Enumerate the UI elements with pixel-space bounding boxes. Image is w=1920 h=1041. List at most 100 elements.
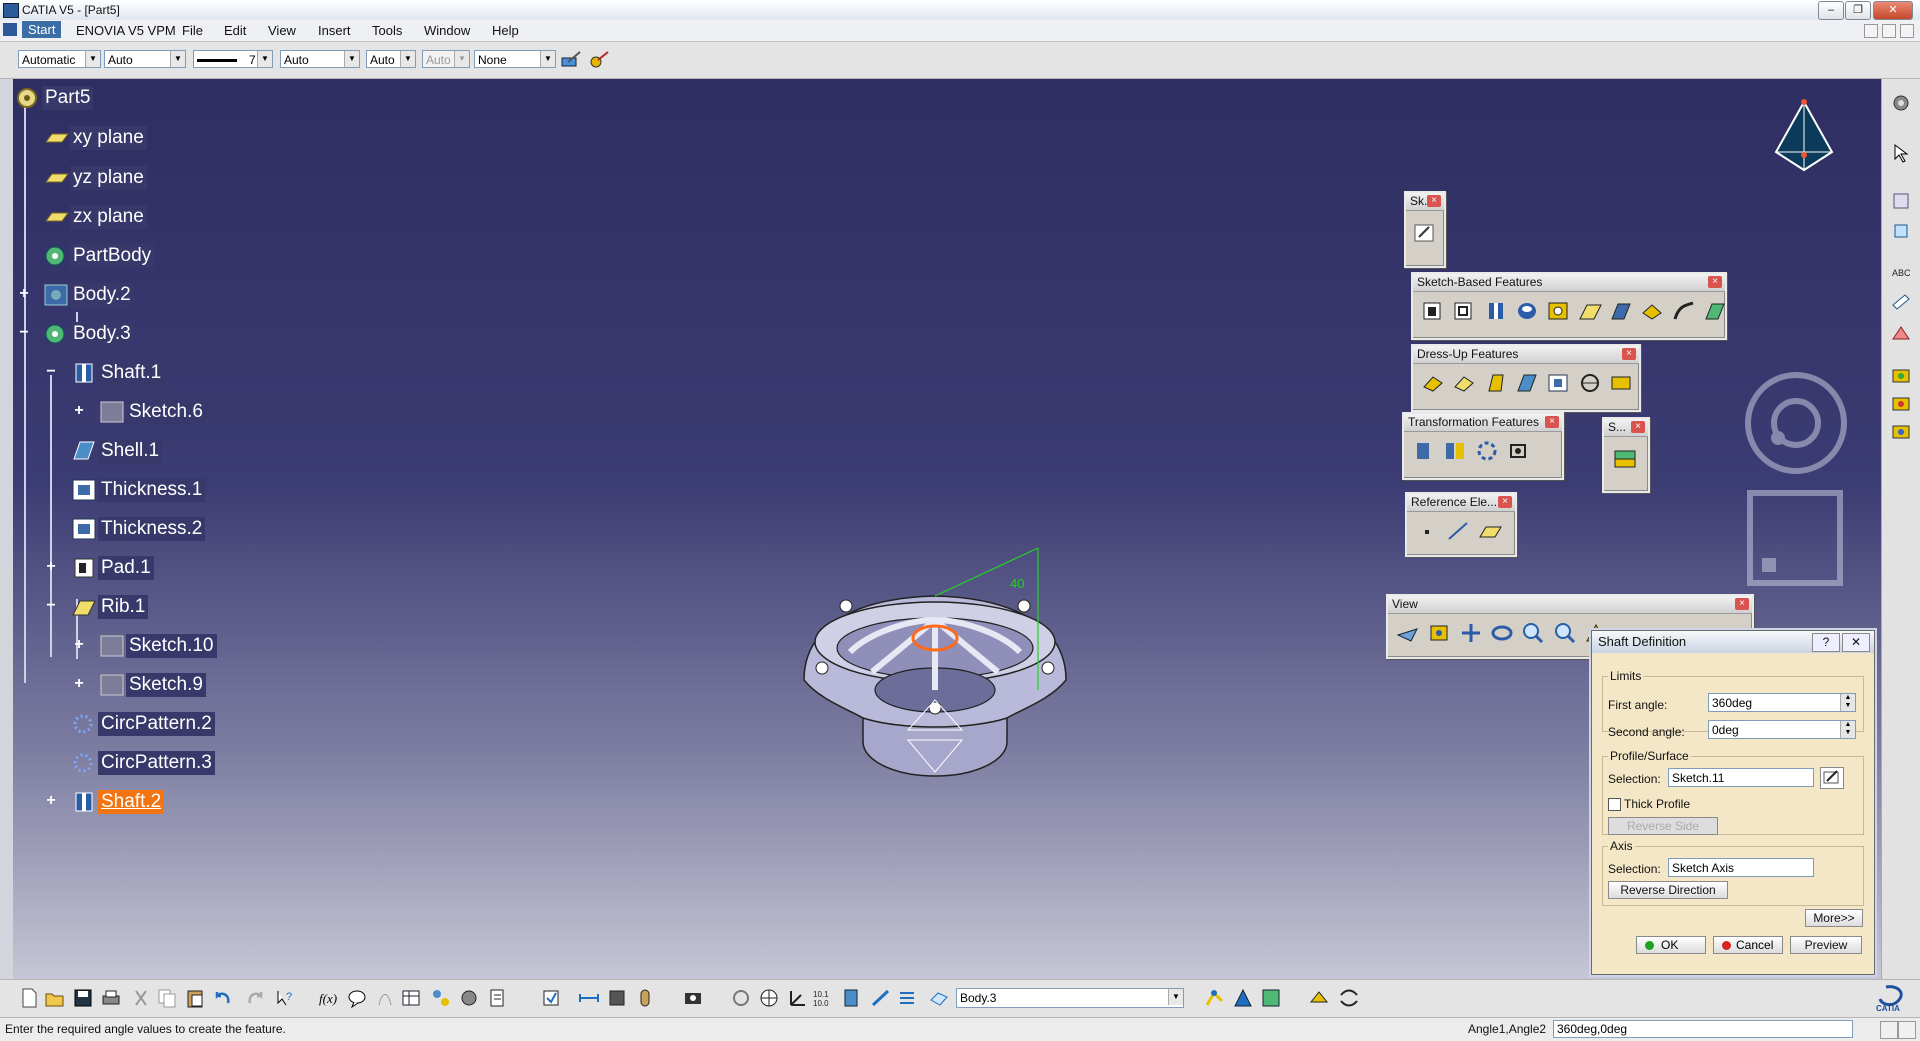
second-angle-field[interactable]: 0deg ▲ ▼ <box>1708 720 1856 739</box>
menu-tools[interactable]: Tools <box>372 23 402 38</box>
copy-icon[interactable] <box>1890 220 1912 242</box>
measure-item-icon[interactable] <box>606 987 628 1009</box>
measure-icon[interactable] <box>1890 322 1912 344</box>
doc-minimize-button[interactable] <box>1864 24 1878 38</box>
chamfer-icon[interactable] <box>1451 371 1477 395</box>
slot-icon[interactable] <box>1608 299 1634 323</box>
close-icon[interactable]: × <box>1498 496 1512 508</box>
remove-multi-section-icon[interactable] <box>1702 299 1728 323</box>
sketch-icon[interactable] <box>1890 190 1912 212</box>
status-button[interactable] <box>1898 1021 1916 1039</box>
sketch-button[interactable] <box>1412 221 1438 245</box>
first-angle-field[interactable]: 360deg ▲ ▼ <box>1708 693 1856 712</box>
dialog-close-button[interactable]: ✕ <box>1842 633 1870 652</box>
power-input-field[interactable]: 360deg,0deg <box>1553 1020 1853 1038</box>
tree-item-shaft-2[interactable]: Shaft.2 <box>70 790 165 814</box>
expand-icon[interactable]: + <box>73 637 85 653</box>
reverse-direction-button[interactable]: Reverse Direction <box>1608 881 1728 899</box>
thick-profile-checkbox[interactable] <box>1608 798 1621 811</box>
close-button[interactable]: ✕ <box>1873 1 1913 20</box>
close-icon[interactable]: × <box>1735 598 1749 610</box>
status-button[interactable] <box>1880 1021 1898 1039</box>
parameters-icon[interactable] <box>486 987 508 1009</box>
close-icon[interactable]: × <box>1427 195 1441 207</box>
tree-item-yz-plane[interactable]: yz plane <box>42 166 147 190</box>
thread-icon[interactable] <box>1577 371 1603 395</box>
tree-item-sketch-9[interactable]: Sketch.9 <box>98 673 206 697</box>
transparency-combo[interactable]: Auto ▼ <box>104 50 186 68</box>
pocket-icon[interactable] <box>1451 299 1477 323</box>
part-3d-model[interactable]: 40 <box>790 540 1080 810</box>
doc-close-button[interactable] <box>1900 24 1914 38</box>
tree-item-rib-1[interactable]: Rib.1 <box>70 595 149 619</box>
thickness-icon[interactable] <box>1545 371 1571 395</box>
catalog-icon[interactable] <box>430 987 452 1009</box>
new-icon[interactable] <box>18 987 40 1009</box>
tree-item-partbody[interactable]: PartBody <box>42 244 155 268</box>
knowledge-icon[interactable] <box>458 987 480 1009</box>
pan-icon[interactable] <box>1458 621 1484 645</box>
print-icon[interactable] <box>100 987 122 1009</box>
axis-selection-field[interactable]: Sketch Axis <box>1668 858 1814 877</box>
swap-visible-icon[interactable] <box>896 987 918 1009</box>
menu-help[interactable]: Help <box>492 23 519 38</box>
render-combo[interactable]: None ▼ <box>474 50 556 68</box>
gear-icon[interactable] <box>1890 92 1912 114</box>
menu-edit[interactable]: Edit <box>224 23 246 38</box>
grid-values-icon[interactable]: 10.1 10.0 <box>812 987 834 1009</box>
collapse-icon[interactable]: − <box>45 364 57 380</box>
multi-section-icon[interactable] <box>1671 299 1697 323</box>
inertia-icon[interactable] <box>634 987 656 1009</box>
update-icon[interactable] <box>540 987 562 1009</box>
rectangular-pattern-icon[interactable] <box>1474 439 1500 463</box>
restore-button[interactable]: ❐ <box>1845 1 1871 20</box>
tree-item-thickness-2[interactable]: Thickness.2 <box>70 517 206 541</box>
expand-icon[interactable]: + <box>73 676 85 692</box>
more-button[interactable]: More>> <box>1805 909 1863 927</box>
menu-insert[interactable]: Insert <box>318 23 351 38</box>
rotate-view-icon[interactable] <box>730 987 752 1009</box>
menu-start[interactable]: Start <box>22 21 62 38</box>
redo-icon[interactable] <box>244 987 266 1009</box>
formula-icon[interactable]: f(x) <box>318 987 340 1009</box>
cut-icon[interactable] <box>130 987 152 1009</box>
render-style-icon[interactable] <box>840 987 862 1009</box>
menu-view[interactable]: View <box>268 23 296 38</box>
scaling-icon[interactable] <box>1505 439 1531 463</box>
line-type-combo[interactable]: Auto ▼ <box>280 50 360 68</box>
stiffener-icon[interactable] <box>1639 299 1665 323</box>
shaft-definition-dialog[interactable]: Shaft Definition ? ✕ Limits First angle:… <box>1591 630 1875 975</box>
help-button[interactable]: ? <box>1812 633 1840 652</box>
annotation-icon[interactable] <box>1890 290 1912 312</box>
preview-button[interactable]: Preview <box>1790 936 1862 954</box>
capture-icon[interactable] <box>682 987 704 1009</box>
menu-file[interactable]: File <box>182 23 203 38</box>
zoom-in-icon[interactable] <box>1520 621 1546 645</box>
dress-up-features-toolbar[interactable]: Dress-Up Features × <box>1411 344 1641 412</box>
tree-item-pad-1[interactable]: Pad.1 <box>70 556 154 580</box>
law-icon[interactable] <box>374 987 396 1009</box>
table-icon[interactable] <box>400 987 422 1009</box>
expand-icon[interactable]: + <box>18 286 30 302</box>
reference-elements-toolbar[interactable]: Reference Ele... × <box>1405 492 1517 557</box>
axis-icon[interactable] <box>786 987 808 1009</box>
fit-all-icon[interactable] <box>1426 621 1452 645</box>
render-material-icon[interactable] <box>1890 421 1912 443</box>
split-icon[interactable] <box>1612 447 1638 471</box>
hole-icon[interactable] <box>1514 299 1540 323</box>
cancel-button[interactable]: Cancel <box>1713 936 1783 954</box>
collapse-icon[interactable]: − <box>18 325 30 341</box>
tree-item-shell-1[interactable]: Shell.1 <box>70 439 163 463</box>
ok-button[interactable]: OK <box>1636 936 1706 954</box>
isometric-view-icon[interactable] <box>758 987 780 1009</box>
menu-enovia[interactable]: ENOVIA V5 VPM <box>76 23 176 38</box>
sketcher-toolbar[interactable]: Sk... × <box>1404 191 1446 268</box>
curvature-analysis-icon[interactable] <box>1260 987 1282 1009</box>
shaft-icon[interactable] <box>1483 299 1509 323</box>
expand-icon[interactable]: + <box>73 403 85 419</box>
copy-icon[interactable] <box>156 987 178 1009</box>
edge-fillet-icon[interactable] <box>1420 371 1446 395</box>
select-arrow-icon[interactable] <box>1890 142 1912 164</box>
close-icon[interactable]: × <box>1708 276 1722 288</box>
compass-icon[interactable] <box>1770 92 1838 180</box>
